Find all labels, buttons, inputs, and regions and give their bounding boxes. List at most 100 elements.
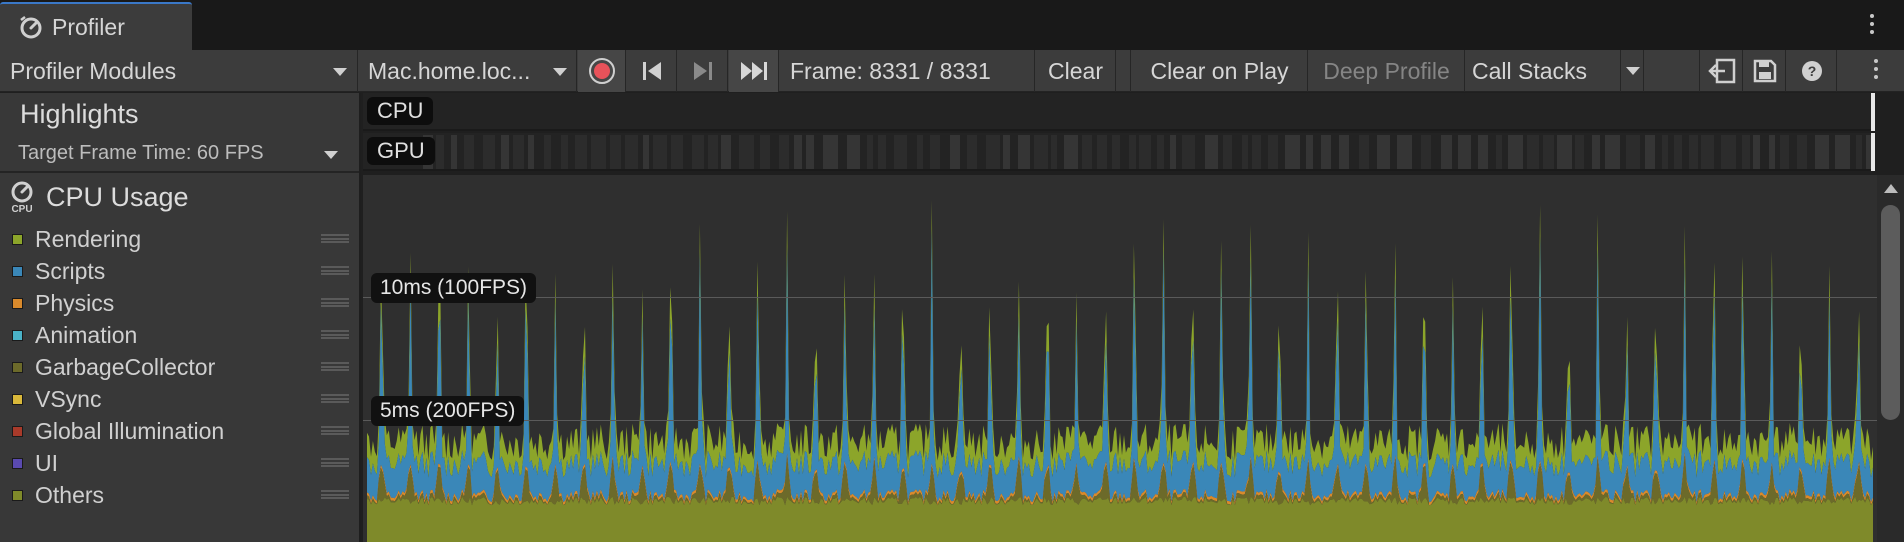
legend-item[interactable]: Physics bbox=[12, 287, 357, 319]
cpu-strip-label: CPU bbox=[367, 97, 434, 125]
record-button[interactable] bbox=[578, 50, 626, 92]
vertical-scrollbar[interactable] bbox=[1877, 175, 1904, 542]
drag-handle-icon[interactable] bbox=[321, 426, 349, 435]
gpu-frame-bar bbox=[544, 135, 551, 169]
help-button[interactable]: ? bbox=[1787, 50, 1837, 92]
target-dropdown[interactable]: Mac.home.loc... bbox=[359, 50, 577, 92]
scroll-up-icon[interactable] bbox=[1884, 184, 1898, 193]
legend-item[interactable]: Others bbox=[12, 479, 357, 511]
legend-item[interactable]: Scripts bbox=[12, 255, 357, 287]
gpu-frame-bar bbox=[1605, 135, 1620, 169]
gpu-frame-bar bbox=[721, 135, 731, 169]
cpu-legend: Rendering Scripts Physics Animation GarbageC… bbox=[12, 223, 357, 511]
gpu-frame-bar bbox=[739, 135, 754, 169]
gpu-frame-bar bbox=[1223, 135, 1232, 169]
save-button[interactable] bbox=[1744, 50, 1786, 92]
frame-counter-label: Frame: 8331 / 8331 bbox=[790, 57, 991, 84]
profiler-gauge-icon bbox=[20, 16, 42, 39]
gpu-frame-bar bbox=[1397, 135, 1412, 169]
gpu-frame-bar bbox=[894, 135, 907, 169]
legend-swatch[interactable] bbox=[12, 297, 23, 309]
gpu-frame-bar bbox=[986, 135, 1000, 169]
legend-swatch[interactable] bbox=[12, 361, 23, 373]
gpu-frame-bar bbox=[1034, 135, 1048, 169]
drag-handle-icon[interactable] bbox=[321, 330, 349, 339]
drag-handle-icon[interactable] bbox=[321, 298, 349, 307]
cpu-usage-header[interactable]: CPU CPU Usage bbox=[8, 181, 189, 213]
svg-text:CPU: CPU bbox=[11, 204, 32, 213]
module-list-panel: Highlights Target Frame Time: 60 FPS CPU… bbox=[0, 93, 361, 542]
legend-item[interactable]: Rendering bbox=[12, 223, 357, 255]
gpu-frame-bar bbox=[779, 135, 789, 169]
gpu-frame-bar bbox=[1645, 135, 1655, 169]
gpu-frame-bar bbox=[671, 135, 683, 169]
gpu-frame-bar bbox=[1674, 135, 1682, 169]
clear-button[interactable]: Clear bbox=[1036, 50, 1116, 92]
cpu-usage-chart[interactable]: 10ms (100FPS) 5ms (200FPS) bbox=[363, 175, 1877, 542]
gpu-frame-bar bbox=[528, 135, 534, 169]
load-button[interactable] bbox=[1701, 50, 1743, 92]
legend-item[interactable]: Global Illumination bbox=[12, 415, 357, 447]
legend-swatch[interactable] bbox=[12, 265, 23, 277]
drag-handle-icon[interactable] bbox=[321, 362, 349, 371]
previous-frame-button[interactable] bbox=[627, 50, 677, 92]
gpu-frame-bar bbox=[1112, 135, 1120, 169]
gridline-5ms bbox=[363, 420, 1877, 421]
gpu-frame-bar bbox=[1182, 135, 1195, 169]
legend-swatch[interactable] bbox=[12, 233, 23, 245]
profiler-tab[interactable]: Profiler bbox=[0, 2, 192, 50]
gpu-frame-bar bbox=[1797, 135, 1807, 169]
target-frame-time-dropdown[interactable] bbox=[324, 151, 338, 159]
call-stacks-dropdown[interactable] bbox=[1622, 50, 1644, 92]
gpu-frame-bar bbox=[1458, 135, 1471, 169]
highlights-title: Highlights bbox=[20, 99, 139, 129]
next-frame-button[interactable] bbox=[678, 50, 728, 92]
gpu-frame-bar bbox=[1018, 135, 1030, 169]
gpu-frame-bar bbox=[1097, 135, 1107, 169]
current-frame-button[interactable] bbox=[729, 50, 779, 92]
legend-swatch[interactable] bbox=[12, 489, 23, 501]
legend-label: UI bbox=[35, 449, 58, 476]
drag-handle-icon[interactable] bbox=[321, 394, 349, 403]
legend-item[interactable]: GarbageCollector bbox=[12, 351, 357, 383]
legend-label: GarbageCollector bbox=[35, 353, 216, 380]
call-stacks-label: Call Stacks bbox=[1472, 57, 1588, 84]
clear-on-play-toggle[interactable]: Clear on Play bbox=[1132, 50, 1308, 92]
deep-profile-toggle[interactable]: Deep Profile bbox=[1309, 50, 1465, 92]
scrollbar-thumb[interactable] bbox=[1881, 205, 1900, 420]
gpu-frame-bar bbox=[1268, 135, 1278, 169]
cpu-highlight-strip: CPU bbox=[363, 93, 1875, 131]
svg-text:?: ? bbox=[1807, 63, 1816, 79]
drag-handle-icon[interactable] bbox=[321, 266, 349, 275]
highlights-module[interactable]: Highlights Target Frame Time: 60 FPS bbox=[0, 93, 359, 173]
gpu-frame-bar bbox=[1592, 135, 1600, 169]
call-stacks-toggle[interactable]: Call Stacks bbox=[1466, 50, 1621, 92]
legend-item[interactable]: Animation bbox=[12, 319, 357, 351]
gpu-frame-bar bbox=[1701, 135, 1714, 169]
drag-handle-icon[interactable] bbox=[321, 234, 349, 243]
legend-swatch[interactable] bbox=[12, 329, 23, 341]
gpu-frame-bar bbox=[1157, 135, 1164, 169]
gpu-frame-bar bbox=[653, 135, 667, 169]
chevron-down-icon bbox=[1625, 67, 1640, 75]
profiler-modules-dropdown[interactable]: Profiler Modules bbox=[0, 50, 358, 92]
more-icon[interactable] bbox=[1872, 59, 1880, 83]
help-icon: ? bbox=[1801, 61, 1822, 81]
gpu-highlight-bars bbox=[423, 135, 1875, 169]
window-menu-icon[interactable] bbox=[1868, 14, 1876, 38]
drag-handle-icon[interactable] bbox=[321, 458, 349, 467]
previous-frame-icon bbox=[642, 62, 661, 80]
legend-swatch[interactable] bbox=[12, 393, 23, 405]
gpu-frame-bar bbox=[1662, 135, 1668, 169]
gridline-label: 5ms (200FPS) bbox=[371, 396, 525, 426]
legend-item[interactable]: UI bbox=[12, 447, 357, 479]
gpu-frame-bar bbox=[806, 135, 814, 169]
legend-item[interactable]: VSync bbox=[12, 383, 357, 415]
legend-swatch[interactable] bbox=[12, 425, 23, 437]
legend-label: Physics bbox=[35, 289, 115, 316]
chevron-down-icon bbox=[333, 68, 347, 76]
legend-swatch[interactable] bbox=[12, 457, 23, 469]
gpu-frame-bar bbox=[1252, 135, 1261, 169]
drag-handle-icon[interactable] bbox=[321, 490, 349, 499]
gpu-strip-marker bbox=[1871, 133, 1875, 171]
